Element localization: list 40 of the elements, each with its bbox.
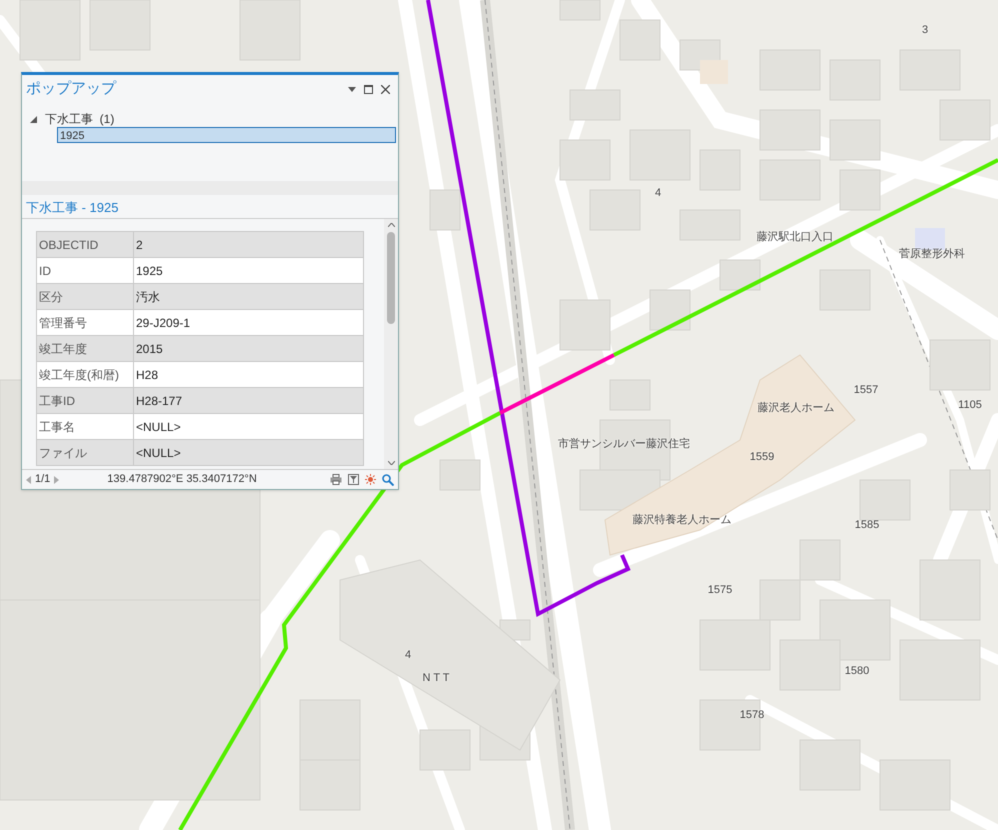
dropdown-caret-icon[interactable] [348,86,356,92]
panel-title: ポップアップ [26,78,118,99]
close-icon[interactable] [381,84,390,94]
pipe-line[interactable] [499,353,615,415]
field-value-cell: 2 [134,232,364,258]
filter-icon[interactable] [348,474,359,485]
scrollbar[interactable] [384,219,398,469]
map-label: 藤沢老人ホーム [758,400,834,416]
expanded-triangle-icon[interactable] [30,116,37,122]
search-icon[interactable] [382,474,394,486]
scroll-down-icon[interactable] [388,461,394,465]
next-icon[interactable] [54,476,60,484]
map-label: 1585 [854,518,880,533]
feature-heading: 下水工事 - 1925 [22,195,398,219]
previous-icon[interactable] [26,476,31,484]
tree-layer-label[interactable]: 下水工事 (1) [45,110,114,128]
scroll-up-icon[interactable] [388,223,394,227]
page-counter: 1/1 [35,472,50,488]
map-label: 4 [404,648,412,663]
field-name-cell: OBJECTID [36,232,134,258]
map-label: 藤沢特養老人ホーム [632,512,732,528]
map-label: 菅原整形外科 [899,246,965,262]
maximize-icon[interactable] [364,84,373,94]
map-label: 市営サンシルバー藤沢住宅 [558,436,690,452]
map-label: 1575 [708,582,732,598]
map-label: 1559 [750,450,774,465]
map-label: N T T [422,670,450,686]
scrollbar-thumb[interactable] [387,232,395,324]
printer-icon[interactable] [330,474,342,485]
map-label: 1578 [740,708,764,723]
tree-feature-item[interactable]: 1925 [57,127,396,143]
field-name-cell: ファイル [36,440,134,466]
map-label: 3 [922,22,928,38]
map-label: 1580 [844,664,870,679]
map-label: 1105 [958,398,982,413]
coordinates-text: 139.4787902°E 35.3407172°N [107,472,258,488]
map-label: 4 [654,186,662,201]
map-label: 1557 [854,382,878,398]
map-label: 藤沢駅北口入口 [756,230,834,245]
field-value-cell: <NULL> [134,440,364,466]
